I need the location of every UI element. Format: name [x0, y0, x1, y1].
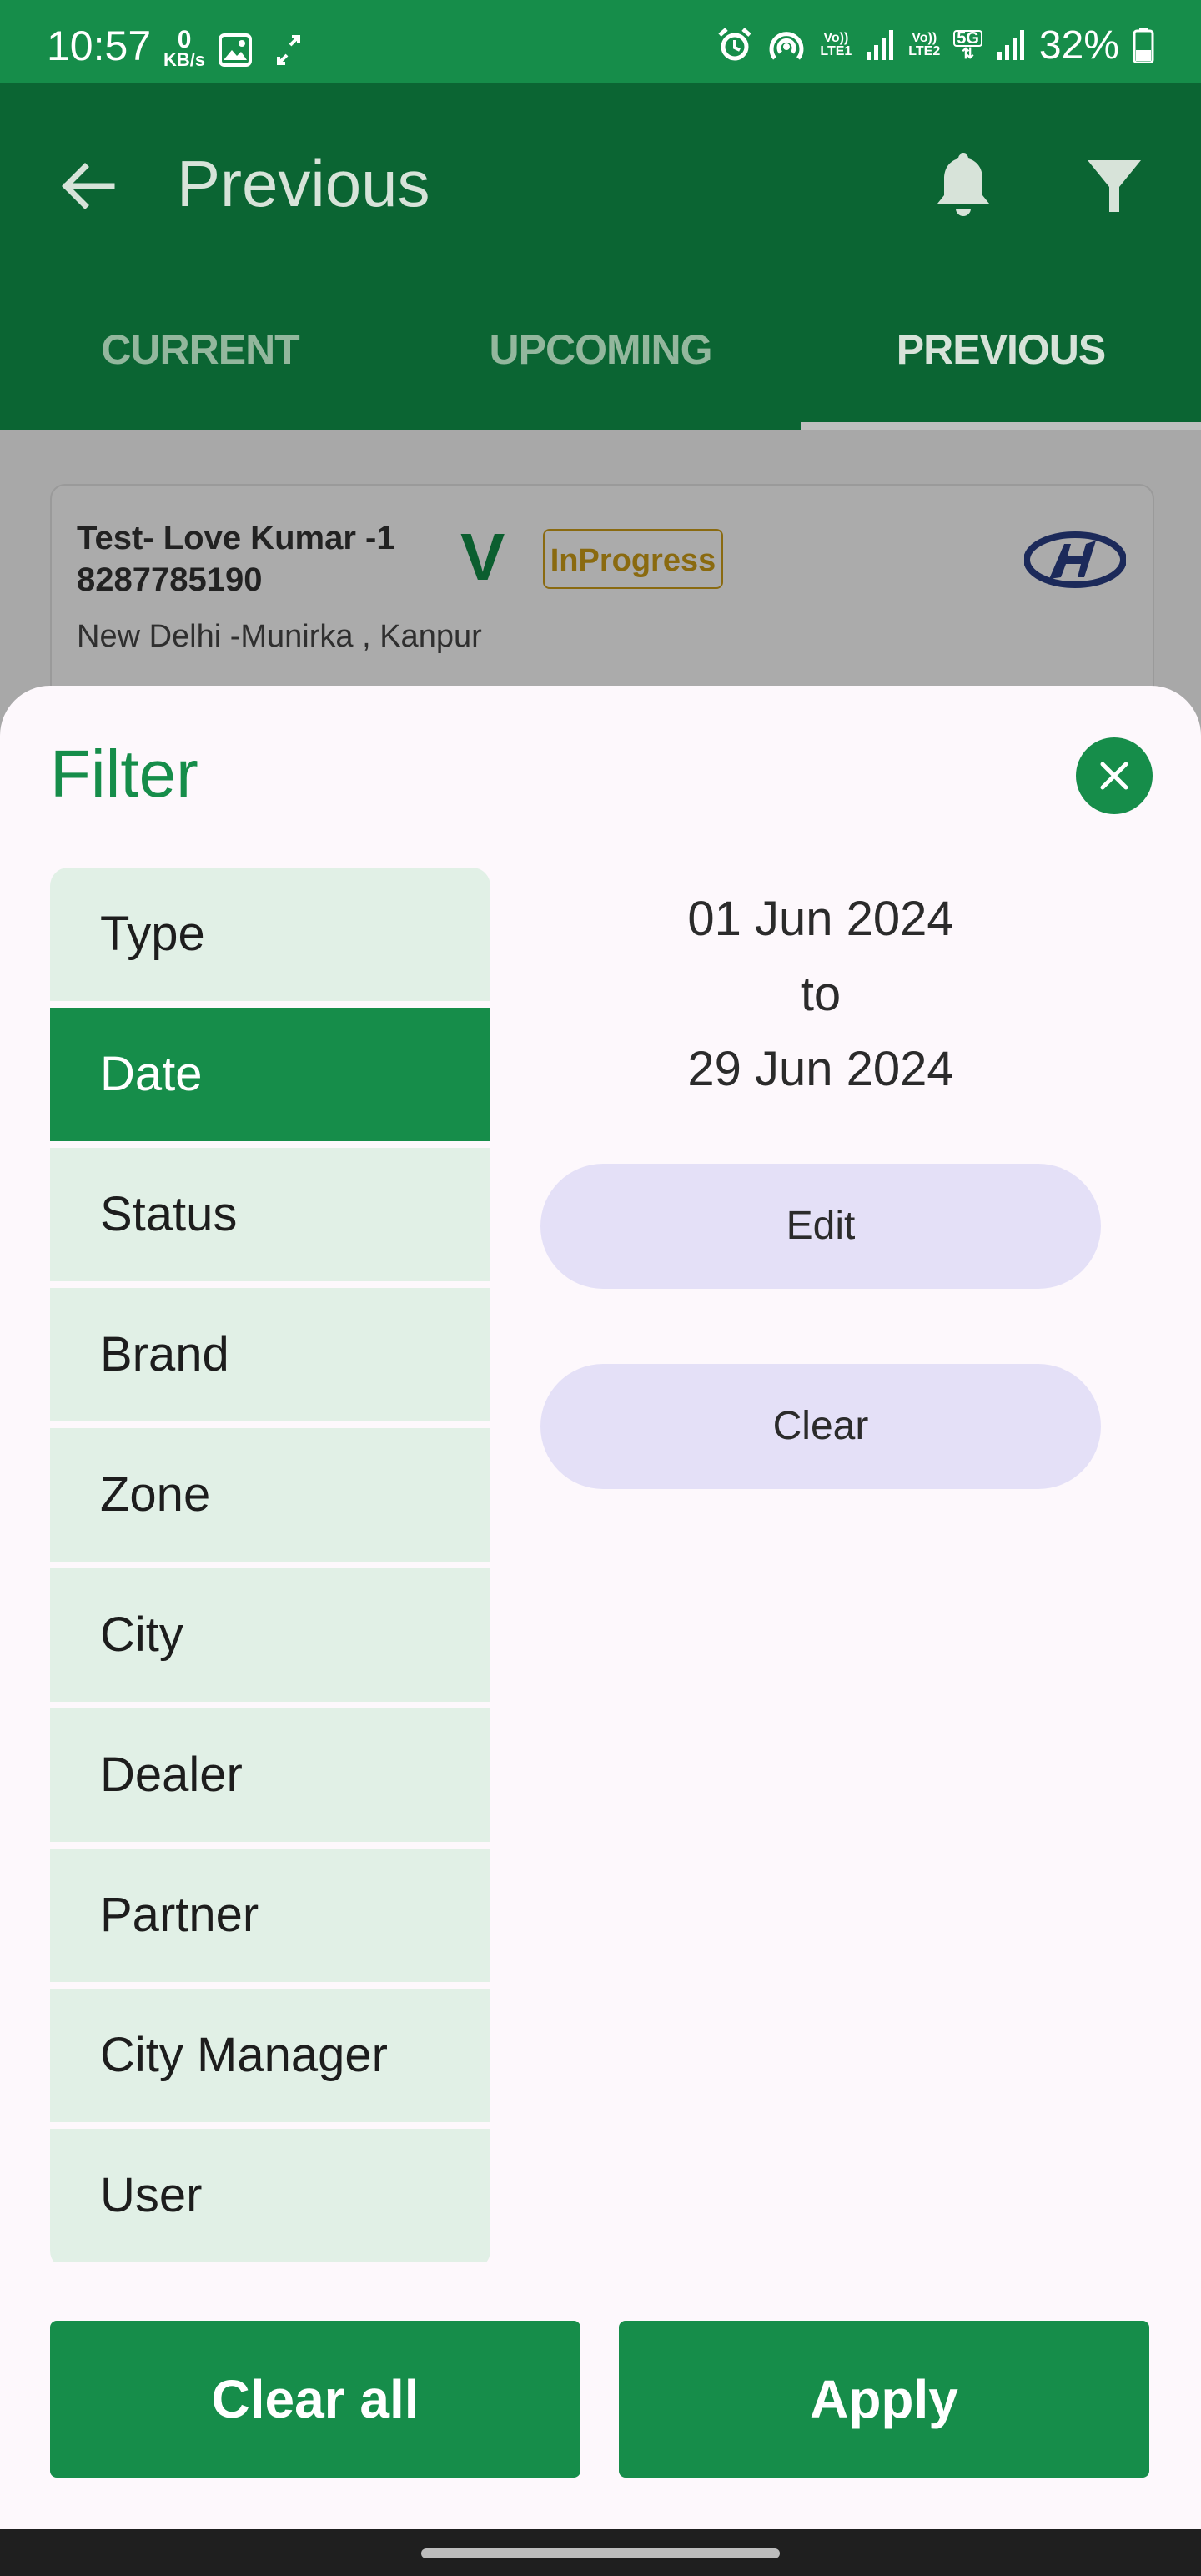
sim2-label-top: Vo)) — [912, 31, 937, 45]
filter-title: Filter — [50, 737, 198, 811]
filter-funnel-icon[interactable] — [1084, 155, 1144, 215]
filter-item-brand[interactable]: Brand — [50, 1288, 490, 1421]
filter-item-status[interactable]: Status — [50, 1148, 490, 1281]
notification-bell-icon[interactable] — [932, 150, 994, 220]
sim1-label-bottom: LTE1 — [820, 44, 852, 58]
sim1-label-top: Vo)) — [823, 31, 849, 45]
data-speed-unit: KB/s — [163, 49, 206, 70]
filter-item-type[interactable]: Type — [50, 868, 490, 1001]
network-type: 5G ⇅ — [953, 30, 982, 62]
apply-button[interactable]: Apply — [619, 2321, 1149, 2478]
date-to: 29 Jun 2024 — [687, 1042, 954, 1096]
battery-percent: 32% — [1038, 23, 1119, 68]
hyundai-logo-icon — [1024, 531, 1126, 588]
customer-name: Test- Love Kumar -1 — [77, 520, 395, 556]
status-badge: InProgress — [543, 529, 723, 589]
filter-item-dealer[interactable]: Dealer — [50, 1708, 490, 1842]
filter-category-menu: Type Date Status Brand Zone City Dealer … — [50, 868, 490, 2269]
status-bar: 10:57 0 KB/s Vo)) LTE1 Vo)) LTE2 5G ⇅ 32… — [0, 0, 1201, 83]
status-icons: Vo)) LTE1 Vo)) LTE2 5G ⇅ 32% — [716, 22, 1154, 68]
hotspot-icon — [769, 32, 804, 60]
gesture-handle[interactable] — [421, 2548, 780, 2558]
signal-icon — [867, 30, 894, 60]
status-time: 10:57 — [47, 23, 152, 69]
signal-icon-2 — [997, 30, 1024, 60]
network-type-label: 5G — [953, 30, 982, 47]
filter-item-zone[interactable]: Zone — [50, 1428, 490, 1562]
filter-item-partner[interactable]: Partner — [50, 1849, 490, 1982]
filter-item-user[interactable]: User — [50, 2129, 490, 2262]
data-speed: 0 KB/s — [163, 26, 206, 70]
close-icon — [1100, 762, 1128, 790]
verified-marker: V — [460, 520, 505, 594]
app-bar — [0, 83, 1201, 430]
filter-item-city[interactable]: City — [50, 1568, 490, 1702]
data-arrows-icon: ⇅ — [962, 45, 975, 62]
image-notification-icon — [219, 33, 252, 67]
filter-item-city-manager[interactable]: City Manager — [50, 1989, 490, 2122]
sim2-label: Vo)) LTE2 — [908, 32, 940, 58]
tab-indicator — [801, 422, 1201, 430]
sync-notification-icon — [277, 35, 300, 65]
customer-phone: 8287785190 — [77, 561, 263, 598]
tab-upcoming[interactable]: UPCOMING — [400, 325, 801, 374]
clear-date-button[interactable]: Clear — [540, 1364, 1101, 1489]
clear-all-button[interactable]: Clear all — [50, 2321, 580, 2478]
data-speed-value: 0 — [177, 26, 192, 53]
sim2-label-bottom: LTE2 — [908, 44, 941, 58]
back-arrow-icon[interactable] — [60, 158, 115, 214]
tab-current[interactable]: CURRENT — [0, 325, 400, 374]
close-button[interactable] — [1076, 737, 1153, 814]
sim1-label: Vo)) LTE1 — [820, 32, 852, 58]
battery-icon — [1133, 28, 1154, 63]
card-title: Test- Love Kumar -1 8287785190 — [77, 517, 395, 601]
filter-item-date[interactable]: Date — [50, 1008, 490, 1141]
date-from: 01 Jun 2024 — [687, 892, 954, 946]
date-separator: to — [800, 967, 842, 1021]
page-title: Previous — [177, 147, 430, 220]
tab-previous[interactable]: PREVIOUS — [801, 325, 1201, 374]
card-location: New Delhi -Munirka , Kanpur — [77, 619, 482, 654]
alarm-icon — [718, 28, 752, 61]
edit-date-button[interactable]: Edit — [540, 1164, 1101, 1289]
